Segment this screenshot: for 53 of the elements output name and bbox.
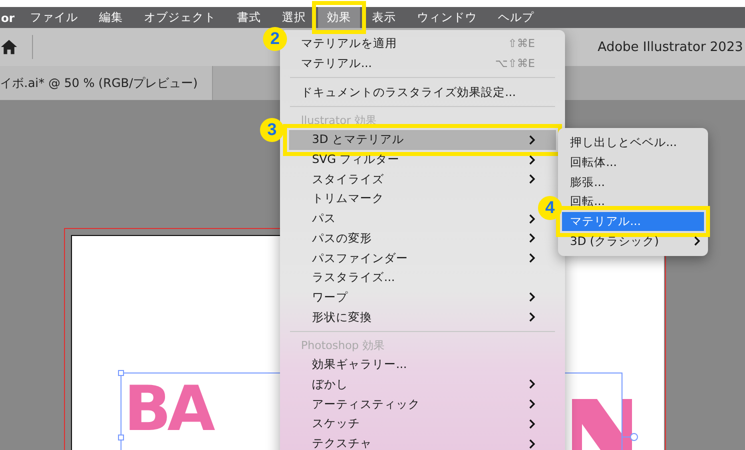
menu-item[interactable]: スケッチ bbox=[289, 414, 539, 434]
app-title: Adobe Illustrator 2023 bbox=[598, 40, 743, 54]
document-tab[interactable]: イボ.ai* @ 50 % (RGB/プレビュー) bbox=[0, 66, 213, 100]
app-name: or bbox=[1, 10, 16, 24]
menu-item[interactable]: 押し出しとベベル... bbox=[562, 133, 704, 153]
menu-item[interactable]: ラスタライズ... bbox=[289, 268, 539, 288]
menu-item[interactable]: ドキュメントのラスタライズ効果設定... bbox=[289, 82, 539, 102]
menu-bar-item[interactable]: オブジェクト bbox=[135, 7, 225, 28]
menu-item[interactable]: トリムマーク bbox=[289, 189, 539, 209]
chevron-right-icon bbox=[529, 174, 535, 184]
chevron-right-icon bbox=[694, 236, 700, 246]
chevron-right-icon bbox=[529, 233, 535, 244]
menu-item[interactable]: ぼかし bbox=[289, 374, 539, 394]
menu-item[interactable]: マテリアル... ⌥⇧⌘E bbox=[289, 54, 539, 74]
menu-item[interactable]: アーティスティック bbox=[289, 394, 539, 414]
menu-item[interactable]: 3D とマテリアル bbox=[289, 130, 556, 150]
menu-item[interactable]: パスの変形 bbox=[289, 228, 539, 248]
menu-bar-item[interactable]: 書式 bbox=[228, 7, 270, 28]
home-icon[interactable] bbox=[0, 39, 18, 55]
menu-bar-item[interactable]: 選択 bbox=[273, 7, 315, 28]
menu-item[interactable]: スタイライズ bbox=[289, 169, 539, 190]
artwork-text: BA bbox=[124, 378, 212, 440]
menu-item[interactable]: テクスチャ bbox=[289, 434, 539, 450]
menu-item[interactable]: マテリアルを適用 ⇧⌘E bbox=[289, 34, 539, 54]
chevron-right-icon bbox=[529, 154, 535, 165]
chevron-right-icon bbox=[529, 253, 535, 264]
menu-item[interactable]: 膨張... bbox=[562, 172, 704, 192]
menu-bar-item[interactable]: 編集 bbox=[90, 7, 132, 28]
chevron-right-icon bbox=[529, 379, 535, 390]
menu-bar-item[interactable]: ウィンドウ bbox=[408, 7, 486, 28]
chevron-right-icon bbox=[529, 312, 535, 322]
chevron-right-icon bbox=[529, 438, 535, 449]
menu-bar-item[interactable]: ファイル bbox=[21, 7, 87, 28]
chevron-right-icon bbox=[529, 399, 535, 410]
menu-item[interactable]: 回転... bbox=[562, 192, 704, 212]
menu-item[interactable]: 3D (クラシック) bbox=[562, 231, 704, 252]
menu-item[interactable]: 回転体... bbox=[562, 152, 704, 172]
step-number-badge: 3 bbox=[260, 118, 284, 142]
artwork-letter-drawing bbox=[572, 399, 632, 450]
menu-item[interactable]: SVG フィルター bbox=[289, 150, 539, 170]
menu-item[interactable]: 効果ギャラリー... bbox=[289, 354, 539, 375]
menu-item[interactable]: ワープ bbox=[289, 288, 539, 308]
menu-section-header: Photoshop 効果 bbox=[300, 338, 386, 354]
menu-bar-item[interactable]: 表示 bbox=[363, 7, 405, 28]
chevron-right-icon bbox=[529, 214, 535, 224]
chevron-right-icon bbox=[529, 292, 535, 302]
chevron-right-icon bbox=[529, 134, 535, 145]
menu-item[interactable]: 形状に変換 bbox=[289, 307, 539, 327]
menu-item[interactable]: パスファインダー bbox=[289, 248, 539, 268]
menu-item[interactable]: パス bbox=[289, 208, 539, 228]
menu-bar-item[interactable]: ヘルプ bbox=[489, 7, 543, 28]
menu-item[interactable]: マテリアル... bbox=[562, 212, 704, 232]
chevron-right-icon bbox=[529, 418, 535, 429]
